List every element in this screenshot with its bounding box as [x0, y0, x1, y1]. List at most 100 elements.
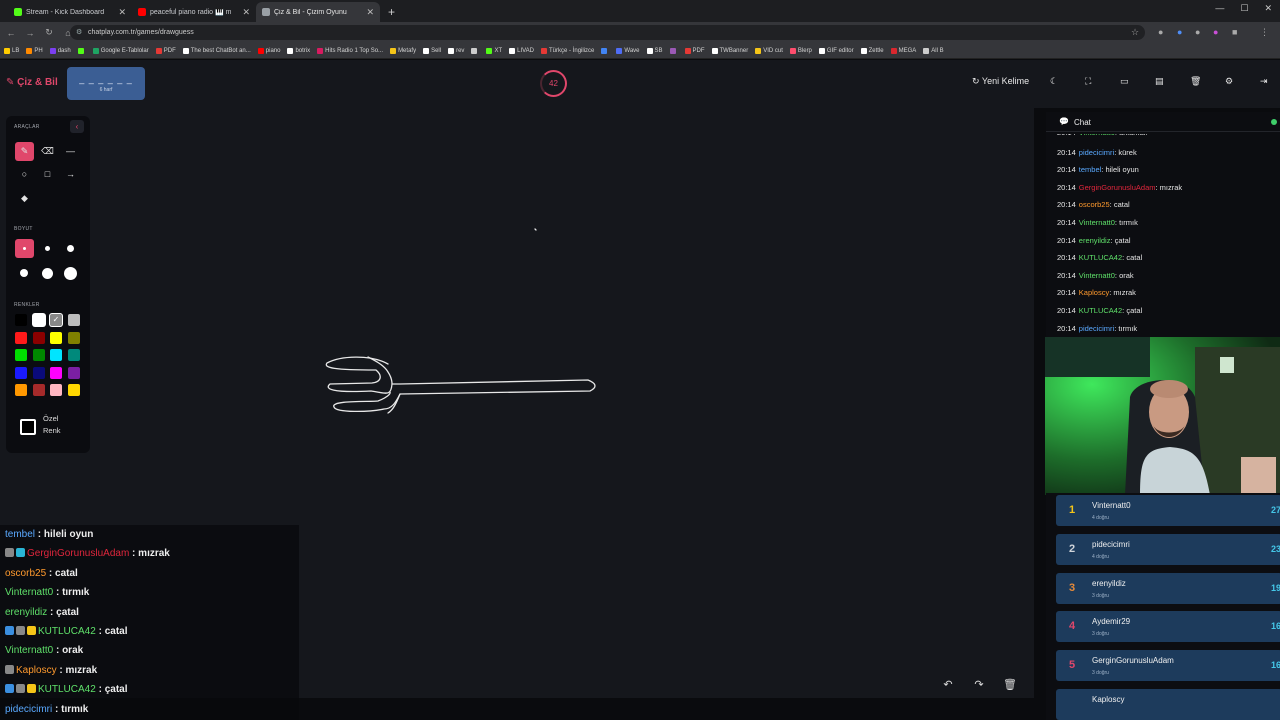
- color-swatch[interactable]: [67, 366, 80, 379]
- color-swatch[interactable]: [32, 349, 45, 361]
- leaderboard-row[interactable]: 1 Vinternatt0 4 doğru 273: [1056, 495, 1280, 526]
- color-swatch[interactable]: [32, 366, 45, 379]
- bookmark-item[interactable]: botrix: [287, 47, 310, 54]
- size-l-button[interactable]: [15, 264, 34, 283]
- bookmark-item[interactable]: LIVAD: [509, 47, 534, 54]
- bookmark-item[interactable]: PH: [26, 47, 43, 54]
- bookmark-item[interactable]: VID cut: [755, 47, 783, 54]
- bookmark-item[interactable]: dash: [49, 47, 71, 54]
- rectangle-tool-button[interactable]: □: [38, 165, 57, 184]
- size-xxl-button[interactable]: [61, 264, 80, 283]
- dark-mode-icon[interactable]: ☾: [1050, 76, 1058, 87]
- line-tool-button[interactable]: —: [61, 142, 80, 161]
- undo-icon[interactable]: ↶: [939, 678, 957, 694]
- bookmark-item[interactable]: MEGA: [890, 47, 916, 54]
- extensions-icon[interactable]: ■: [1232, 27, 1237, 37]
- exit-icon[interactable]: ⇥: [1260, 76, 1268, 87]
- color-swatch[interactable]: [50, 384, 62, 396]
- color-swatch[interactable]: [50, 331, 62, 344]
- size-xs-button[interactable]: [15, 239, 34, 258]
- circle-tool-button[interactable]: ○: [15, 165, 34, 184]
- bookmark-item[interactable]: Google E-Tablolar: [92, 47, 149, 54]
- bookmark-item[interactable]: piano: [257, 47, 280, 54]
- bookmark-item[interactable]: [601, 47, 609, 54]
- bookmark-item[interactable]: [471, 47, 479, 54]
- color-swatch[interactable]: [32, 314, 45, 326]
- fullscreen-icon[interactable]: ⛶: [1085, 76, 1091, 87]
- bookmark-item[interactable]: GIF editor: [818, 47, 854, 54]
- leaderboard-row[interactable]: 2 pidecicimri 4 doğru 238: [1056, 533, 1280, 565]
- layout-icon[interactable]: ▤: [1155, 76, 1164, 87]
- browser-tab[interactable]: Stream - Kick Dashboard ✕: [8, 2, 132, 22]
- browser-tab[interactable]: Çiz & Bil - Çizim Oyunu ✕: [256, 2, 380, 22]
- bookmark-item[interactable]: All B: [923, 47, 944, 54]
- bookmark-item[interactable]: Sell: [423, 47, 441, 54]
- color-swatch[interactable]: [50, 349, 62, 361]
- tab-close-icon[interactable]: ✕: [242, 7, 250, 18]
- bookmark-item[interactable]: Türkçe - İngilizce: [541, 47, 594, 54]
- site-info-icon[interactable]: ⚙: [76, 25, 82, 40]
- collapse-panel-button[interactable]: ‹: [70, 120, 84, 133]
- menu-icon[interactable]: ⋮: [1260, 27, 1269, 38]
- maximize-icon[interactable]: ☐: [1240, 3, 1248, 14]
- game-logo[interactable]: ✎ Çiz & Bil: [6, 77, 58, 88]
- size-s-button[interactable]: [38, 239, 57, 258]
- new-tab-button[interactable]: +: [380, 2, 403, 22]
- bookmark-item[interactable]: PDF: [155, 47, 176, 54]
- color-swatch[interactable]: ✓: [50, 314, 62, 326]
- browser-tab[interactable]: peaceful piano radio 🎹 m ✕: [132, 2, 256, 22]
- reload-icon[interactable]: ↻: [41, 27, 57, 38]
- leaderboard-row[interactable]: 5 GerginGorunusluAdam 3 doğru 164: [1056, 650, 1280, 682]
- bookmark-item[interactable]: [77, 47, 86, 54]
- extension-icon[interactable]: ●: [1213, 27, 1218, 37]
- color-swatch[interactable]: [67, 331, 80, 344]
- bookmark-item[interactable]: LB: [4, 47, 19, 54]
- new-word-button[interactable]: ↻ Yeni Kelime: [972, 76, 1029, 87]
- extension-icon[interactable]: ●: [1177, 27, 1182, 37]
- bookmark-star-icon[interactable]: ☆: [1131, 27, 1139, 38]
- leaderboard-row[interactable]: Kaploscy: [1056, 689, 1280, 720]
- keyboard-icon[interactable]: ▭: [1120, 76, 1129, 87]
- bookmark-item[interactable]: [669, 47, 678, 54]
- eraser-tool-button[interactable]: ⌫: [38, 142, 57, 161]
- bookmark-item[interactable]: Wave: [616, 47, 640, 54]
- address-bar[interactable]: ⚙ chatplay.com.tr/games/drawguess: [70, 25, 1145, 40]
- color-swatch[interactable]: [15, 366, 27, 379]
- color-swatch[interactable]: [32, 384, 45, 396]
- close-window-icon[interactable]: ✕: [1264, 3, 1272, 14]
- tab-close-icon[interactable]: ✕: [366, 7, 374, 18]
- arrow-tool-button[interactable]: →: [61, 165, 80, 184]
- bookmark-item[interactable]: Metafy: [390, 47, 416, 54]
- bookmark-item[interactable]: Hits Radio 1 Top So...: [317, 47, 383, 54]
- trash-icon[interactable]: 🗑: [1190, 76, 1201, 87]
- bookmark-item[interactable]: Blerp: [789, 47, 812, 54]
- settings-icon[interactable]: ⚙: [1225, 76, 1233, 87]
- color-swatch[interactable]: [67, 384, 80, 396]
- bookmark-item[interactable]: TWBanner: [711, 47, 748, 54]
- color-swatch[interactable]: [15, 349, 27, 361]
- color-swatch[interactable]: [15, 331, 27, 344]
- leaderboard-row[interactable]: 3 erenyildiz 3 doğru 191: [1056, 572, 1280, 604]
- bookmark-item[interactable]: The best ChatBot an...: [182, 47, 251, 54]
- custom-color-label[interactable]: Özel Renk: [43, 413, 73, 437]
- bookmark-item[interactable]: Zettle: [860, 47, 884, 54]
- bookmark-item[interactable]: SB: [646, 47, 663, 54]
- clear-canvas-icon[interactable]: 🗑: [1001, 678, 1019, 694]
- forward-icon[interactable]: →: [22, 28, 38, 38]
- fill-bucket-tool-button[interactable]: ◆: [15, 189, 34, 208]
- minimize-icon[interactable]: —: [1215, 3, 1224, 14]
- color-swatch[interactable]: [67, 314, 80, 326]
- redo-icon[interactable]: ↷: [970, 678, 988, 694]
- back-icon[interactable]: ←: [3, 28, 19, 38]
- leaderboard-row[interactable]: 4 Aydemir29 3 doğru 169: [1056, 611, 1280, 643]
- bookmark-item[interactable]: rev: [448, 47, 464, 54]
- size-m-button[interactable]: [61, 239, 80, 258]
- color-swatch[interactable]: [50, 366, 62, 379]
- color-swatch[interactable]: [67, 349, 80, 361]
- color-swatch[interactable]: [32, 331, 45, 344]
- color-swatch[interactable]: [15, 314, 27, 326]
- tab-close-icon[interactable]: ✕: [118, 7, 126, 18]
- bookmark-item[interactable]: PDF: [684, 47, 705, 54]
- color-swatch[interactable]: [15, 384, 27, 396]
- size-xl-button[interactable]: [38, 264, 57, 283]
